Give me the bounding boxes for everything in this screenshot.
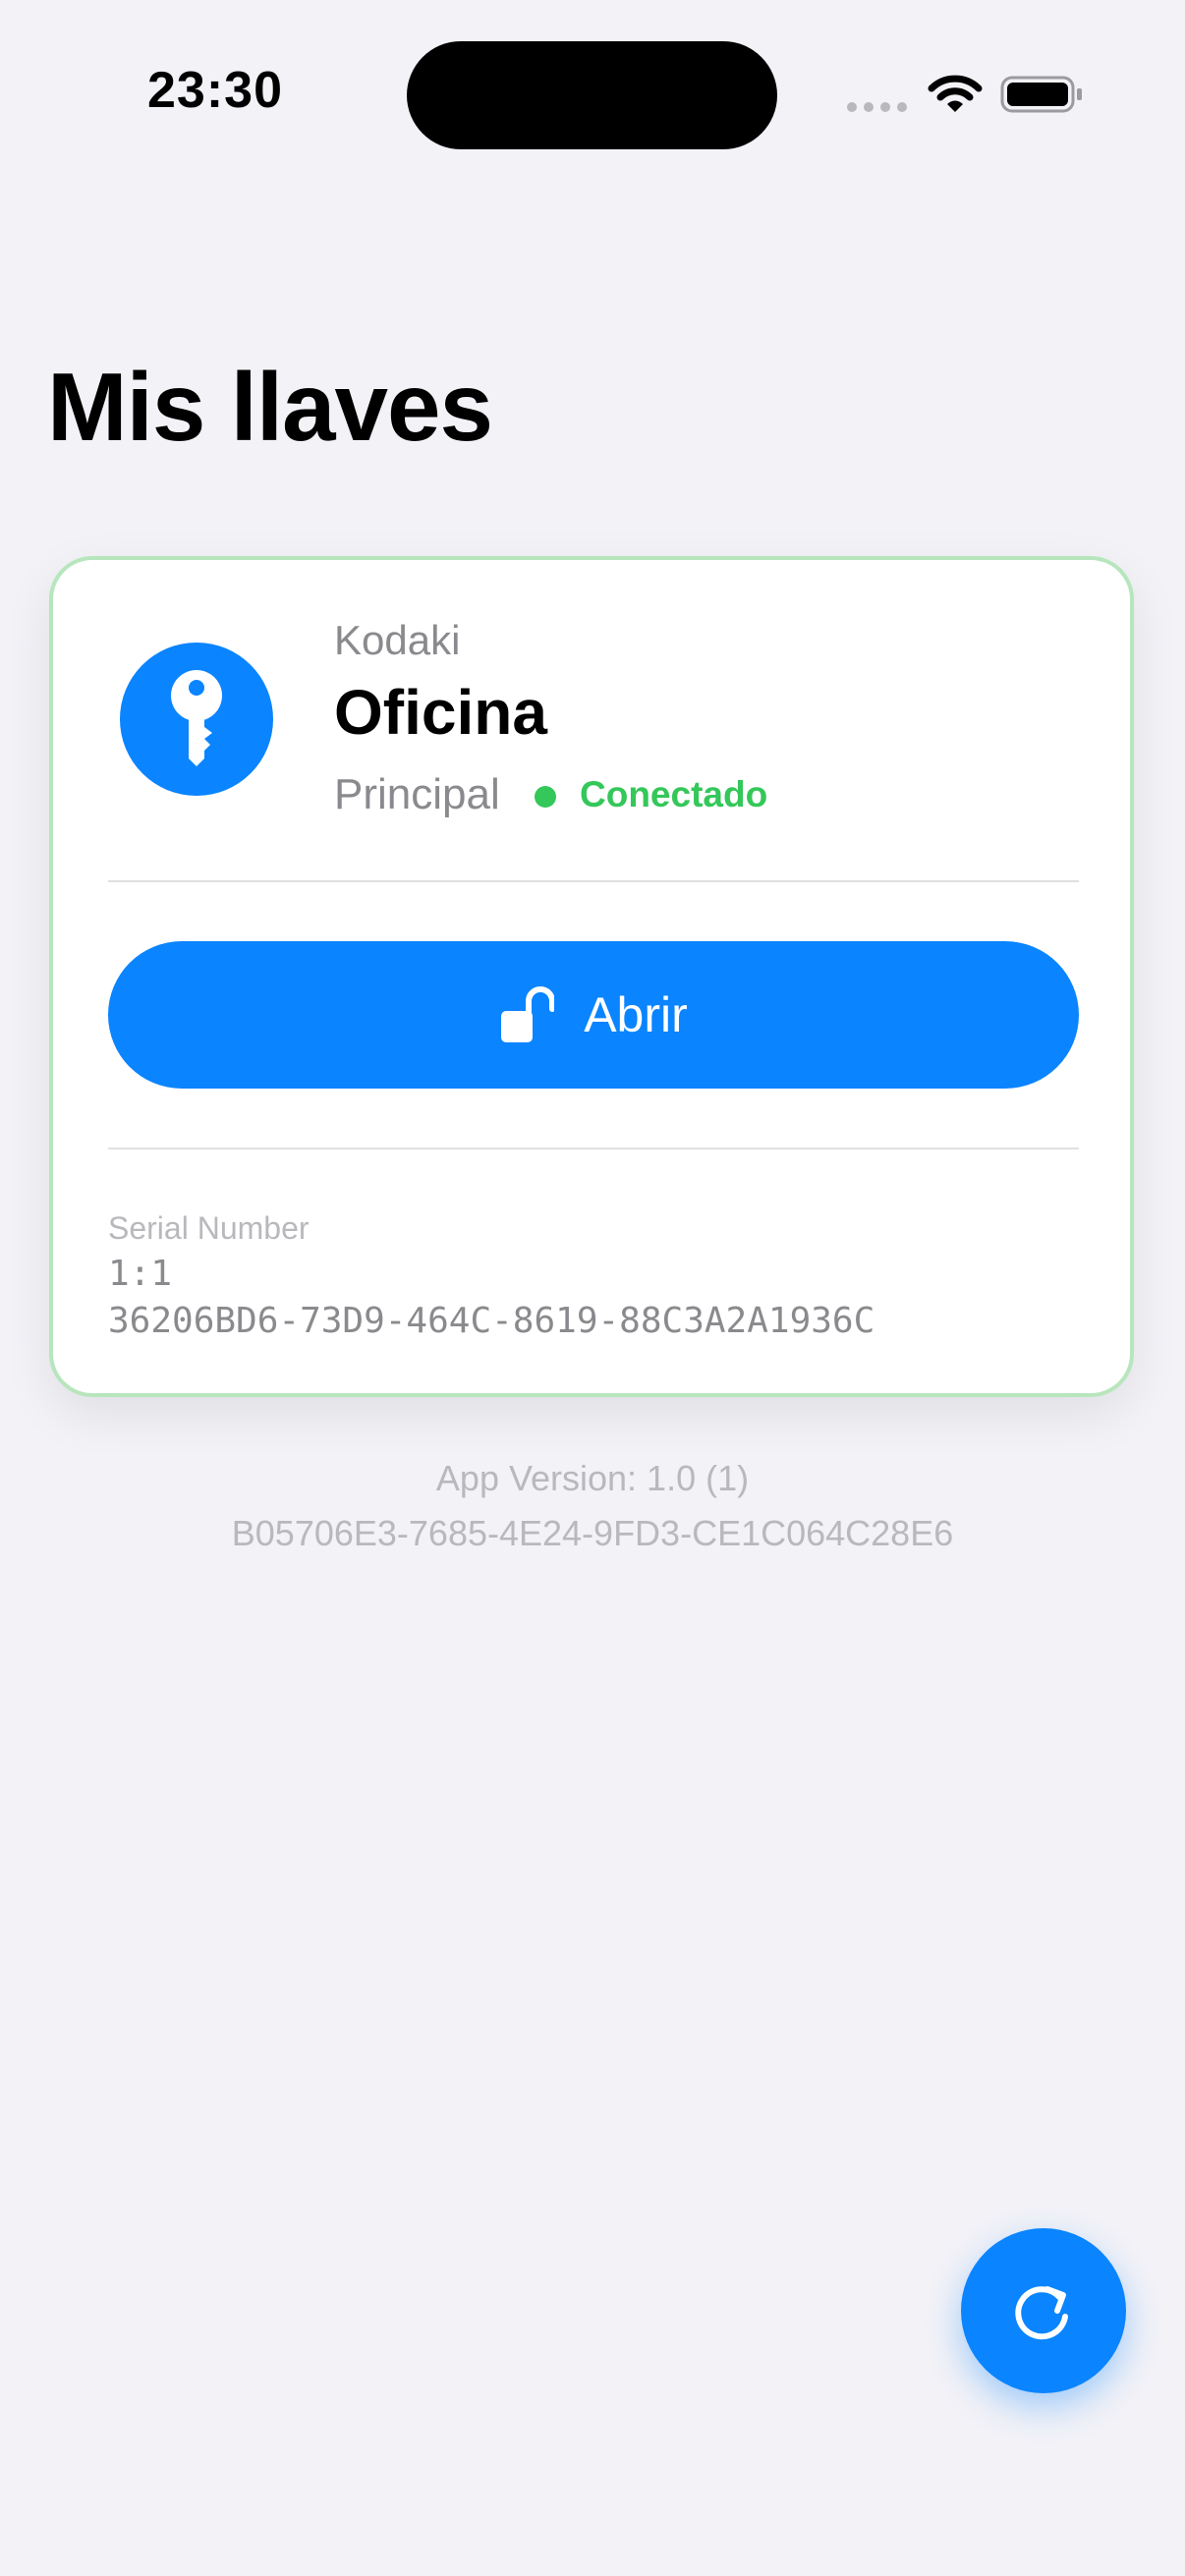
- key-name: Oficina: [334, 677, 547, 748]
- battery-icon: [1000, 76, 1082, 113]
- open-button[interactable]: Abrir: [108, 941, 1079, 1089]
- wifi-icon: [928, 75, 983, 112]
- connection-status-dot: [535, 786, 556, 808]
- key-avatar: [120, 643, 273, 796]
- page-title: Mis llaves: [47, 353, 493, 461]
- app-version: App Version: 1.0 (1): [435, 1458, 750, 1498]
- connection-status: Conectado: [580, 774, 768, 814]
- cellular-signal-icon: [847, 102, 907, 112]
- status-time: 23:30: [147, 62, 283, 119]
- serial-number-line: 1:1: [108, 1254, 173, 1294]
- refresh-icon: [1015, 2286, 1068, 2340]
- serial-number-line: 36206BD6-73D9-464C-8619-88C3A2A1936C: [108, 1301, 875, 1341]
- dynamic-island: [407, 41, 777, 149]
- open-button-label: Abrir: [584, 987, 688, 1042]
- status-icons: [847, 69, 1083, 118]
- key-card[interactable]: Kodaki Oficina Principal Conectado Abrir…: [49, 556, 1134, 1397]
- key-brand: Kodaki: [334, 617, 461, 663]
- device-id: B05706E3-7685-4E24-9FD3-CE1C064C28E6: [231, 1513, 954, 1553]
- unlock-icon: [501, 986, 555, 1042]
- divider: [108, 1148, 1079, 1149]
- key-role: Principal: [334, 770, 500, 818]
- serial-number-label: Serial Number: [108, 1210, 310, 1246]
- divider: [108, 880, 1079, 882]
- key-icon: [171, 670, 222, 766]
- refresh-button[interactable]: [961, 2228, 1126, 2393]
